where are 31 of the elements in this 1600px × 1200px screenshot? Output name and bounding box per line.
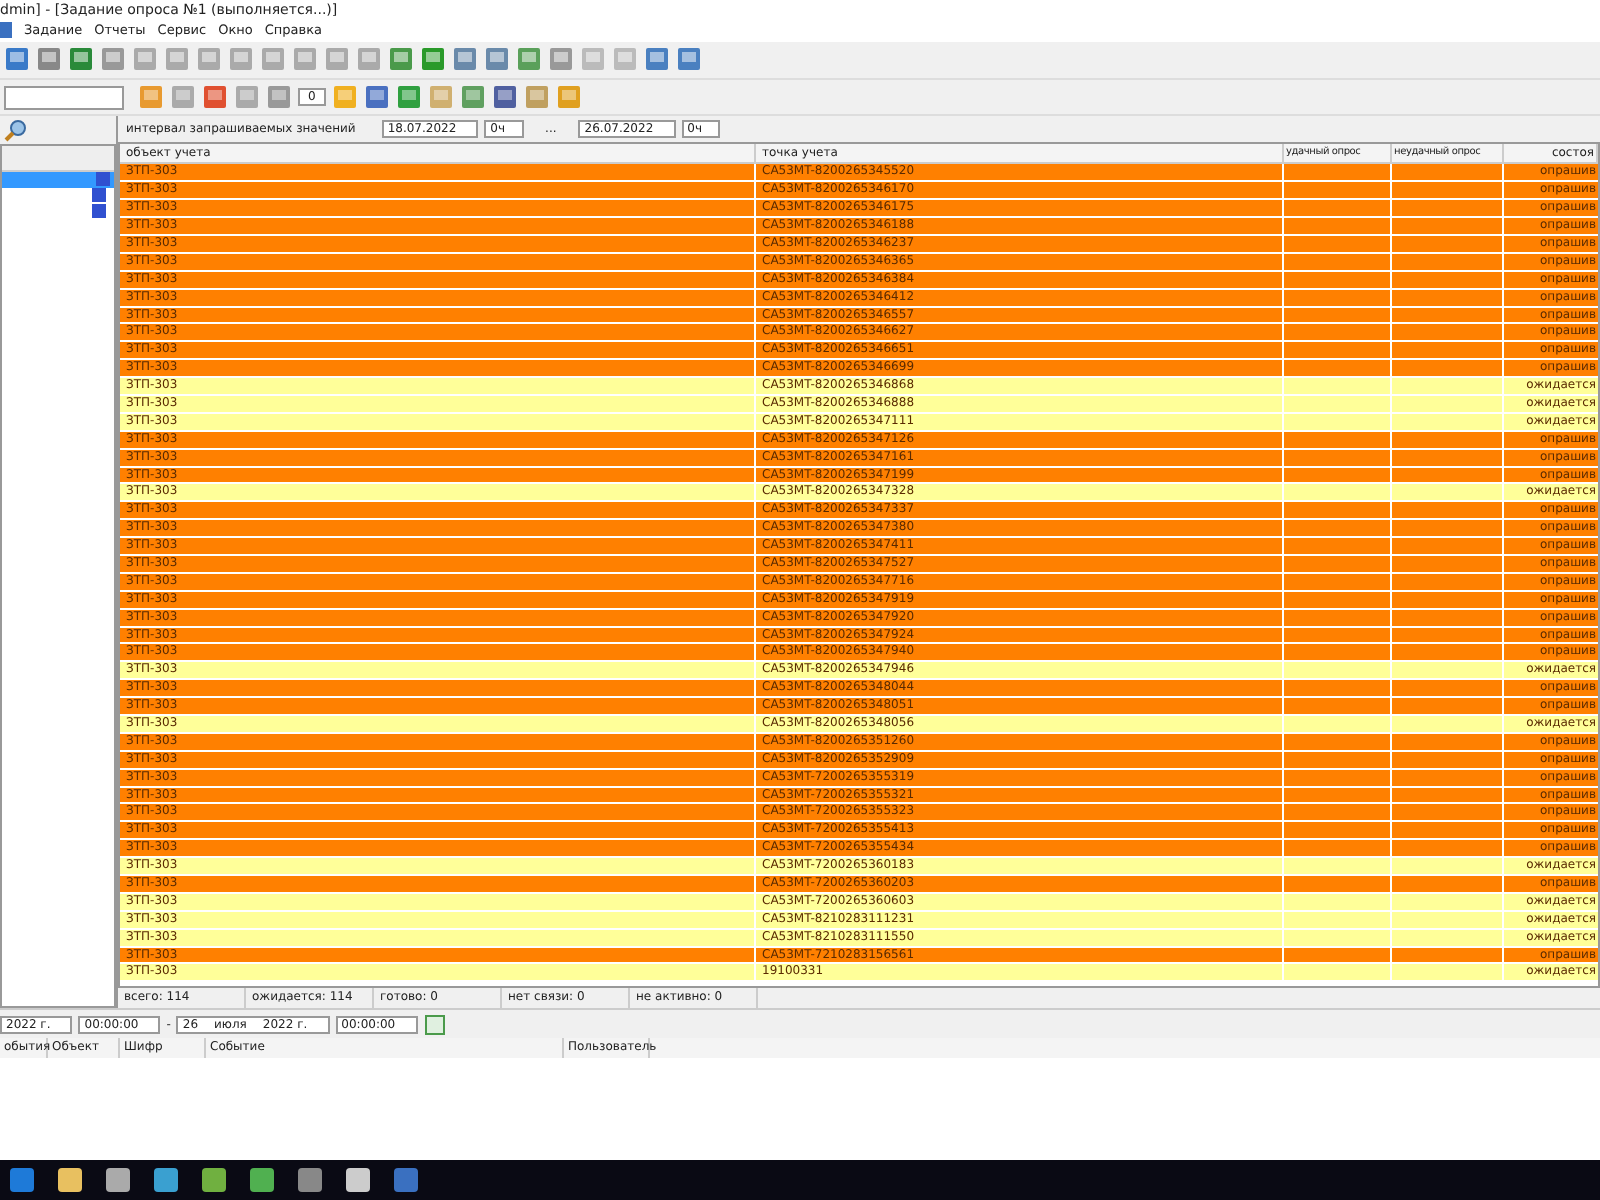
toolbar-icon[interactable] [363, 84, 390, 110]
toolbar-icon[interactable] [516, 46, 542, 73]
toolbar-icon[interactable] [523, 84, 550, 110]
taskbar-icon[interactable] [56, 1166, 84, 1195]
taskbar-icon[interactable] [344, 1166, 372, 1195]
app-icon[interactable] [0, 22, 12, 39]
toolbar-icon[interactable] [491, 84, 518, 110]
taskbar-icon[interactable] [152, 1166, 180, 1195]
toolbar-icon[interactable] [395, 84, 422, 110]
taskbar-icon[interactable] [200, 1166, 228, 1195]
toolbar-icon[interactable] [202, 84, 228, 110]
toolbar-icon[interactable] [388, 46, 414, 73]
toolbar-icon[interactable] [644, 46, 670, 73]
taskbar-icon[interactable] [104, 1166, 132, 1195]
toolbar-icon[interactable] [452, 46, 478, 73]
toolbar-icon[interactable] [68, 46, 94, 73]
toolbar-icon[interactable] [420, 46, 446, 73]
refresh-icon[interactable] [423, 1013, 446, 1036]
search-icon[interactable] [4, 118, 28, 143]
toolbar-icon[interactable] [4, 46, 30, 73]
toolbar-icon[interactable] [36, 46, 62, 73]
toolbar-icon[interactable] [548, 46, 574, 73]
toolbar-icon[interactable] [266, 84, 292, 110]
taskbar-icon[interactable] [296, 1166, 324, 1195]
tree-item[interactable] [2, 172, 114, 189]
combo-box[interactable] [4, 85, 124, 109]
toolbar-icon[interactable] [484, 46, 510, 73]
taskbar-icon[interactable] [248, 1166, 276, 1195]
toolbar-icon[interactable] [100, 46, 126, 73]
toolbar-icon[interactable] [459, 84, 486, 110]
toolbar-icon[interactable] [676, 46, 702, 73]
